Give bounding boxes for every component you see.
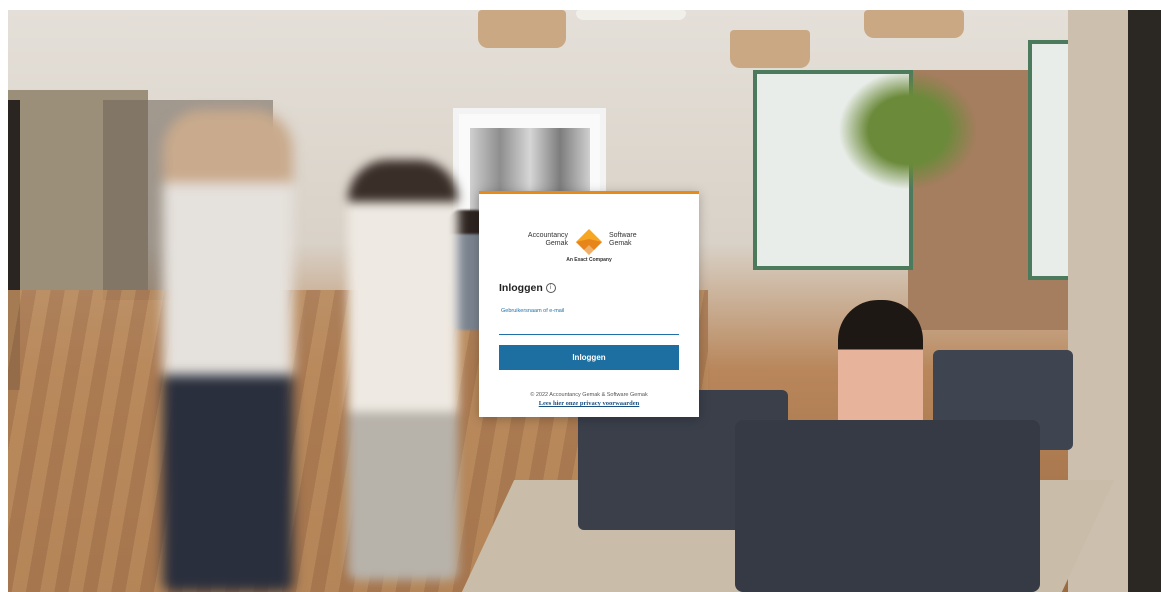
- username-label: Gebruikersnaam of e-mail: [501, 308, 565, 314]
- pendant-lamp: [576, 10, 686, 20]
- login-heading: Inloggen i: [499, 282, 556, 294]
- login-card: Accountancy Gemak Software Gemak An Exac…: [479, 191, 699, 417]
- person-walking: [163, 110, 293, 592]
- pendant-lamp: [864, 10, 964, 38]
- pillar: [1128, 10, 1161, 592]
- pendant-lamp: [730, 30, 810, 68]
- privacy-link[interactable]: Lees hier onze privacy voorwaarden: [479, 400, 699, 407]
- diamond-chevron-logo-icon: [576, 229, 602, 255]
- sofa: [735, 420, 1040, 592]
- login-heading-text: Inloggen: [499, 282, 543, 294]
- person-walking: [348, 160, 458, 580]
- logo-tagline: An Exact Company: [566, 257, 612, 263]
- pendant-lamp: [478, 10, 566, 48]
- person-seated: [838, 300, 923, 430]
- login-button[interactable]: Inloggen: [499, 345, 679, 370]
- copyright-text: © 2022 Accountancy Gemak & Software Gema…: [530, 392, 648, 398]
- logo-text-right: Software Gemak: [609, 232, 637, 247]
- username-input[interactable]: [499, 316, 679, 335]
- logo-text-left: Accountancy Gemak: [527, 232, 568, 247]
- plant: [838, 70, 978, 190]
- info-circle-icon[interactable]: i: [545, 283, 556, 293]
